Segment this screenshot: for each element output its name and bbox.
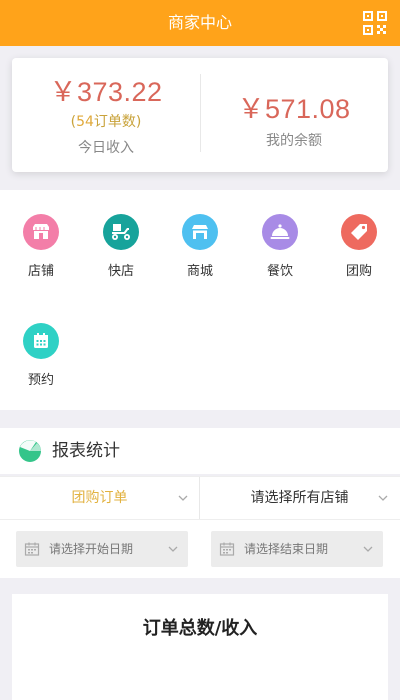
shop-icon — [182, 214, 218, 250]
tag-icon — [341, 214, 377, 250]
balance-amount: ￥571.08 — [237, 94, 351, 124]
start-date-picker[interactable]: 请选择开始日期 — [16, 531, 188, 567]
category-food[interactable]: 餐饮 — [240, 214, 320, 279]
category-grid: 店铺 快店 商城 餐饮 团购 预约 — [0, 190, 400, 410]
date-range: 请选择开始日期 请选择结束日期 — [0, 520, 400, 578]
today-income[interactable]: ￥373.22 (54订单数) 今日收入 — [12, 58, 200, 172]
chevron-down-icon — [363, 546, 373, 552]
category-reservation[interactable]: 预约 — [1, 323, 81, 388]
order-summary-card: 订单总数/收入 — [12, 594, 388, 700]
balance[interactable]: ￥571.08 我的余额 — [200, 58, 388, 172]
report-title: 报表统计 — [52, 441, 120, 461]
report-chart-icon — [18, 439, 42, 463]
food-cloche-icon — [262, 214, 298, 250]
today-income-amount: ￥373.22 — [49, 77, 163, 107]
balance-label: 我的余额 — [266, 133, 322, 149]
calendar-icon — [23, 323, 59, 359]
category-mall[interactable]: 商城 — [160, 214, 240, 279]
category-label: 餐饮 — [266, 264, 293, 279]
end-date-picker[interactable]: 请选择结束日期 — [211, 531, 383, 567]
chevron-down-icon — [378, 495, 388, 501]
summary-title: 订单总数/收入 — [142, 618, 258, 639]
chevron-down-icon — [168, 546, 178, 552]
order-type-value: 团购订单 — [71, 490, 128, 506]
qr-code-icon[interactable] — [362, 10, 388, 36]
start-date-placeholder: 请选择开始日期 — [49, 542, 134, 556]
report-section-header: 报表统计 — [0, 428, 400, 474]
category-label: 团购 — [345, 264, 372, 279]
category-label: 快店 — [107, 264, 134, 279]
report-filters: 团购订单 请选择所有店铺 — [0, 476, 400, 520]
top-bar: 商家中心 — [0, 0, 400, 46]
storefront-icon — [23, 214, 59, 250]
order-type-select[interactable]: 团购订单 — [0, 477, 199, 519]
store-select[interactable]: 请选择所有店铺 — [200, 477, 399, 519]
calendar-icon — [24, 542, 40, 556]
category-group-buy[interactable]: 团购 — [319, 214, 399, 279]
category-label: 店铺 — [27, 264, 54, 279]
end-date-placeholder: 请选择结束日期 — [244, 542, 329, 556]
today-income-label: 今日收入 — [78, 140, 134, 156]
category-label: 商城 — [186, 264, 213, 279]
today-order-count: (54订单数) — [70, 114, 142, 130]
income-card: ￥373.22 (54订单数) 今日收入 ￥571.08 我的余额 — [12, 58, 388, 172]
category-quick-store[interactable]: 快店 — [81, 214, 161, 279]
category-store[interactable]: 店铺 — [1, 214, 81, 279]
store-select-value: 请选择所有店铺 — [250, 490, 349, 506]
chevron-down-icon — [178, 495, 188, 501]
page-title: 商家中心 — [167, 13, 232, 32]
category-label: 预约 — [27, 373, 54, 388]
delivery-scooter-icon — [103, 214, 139, 250]
calendar-icon — [219, 542, 235, 556]
